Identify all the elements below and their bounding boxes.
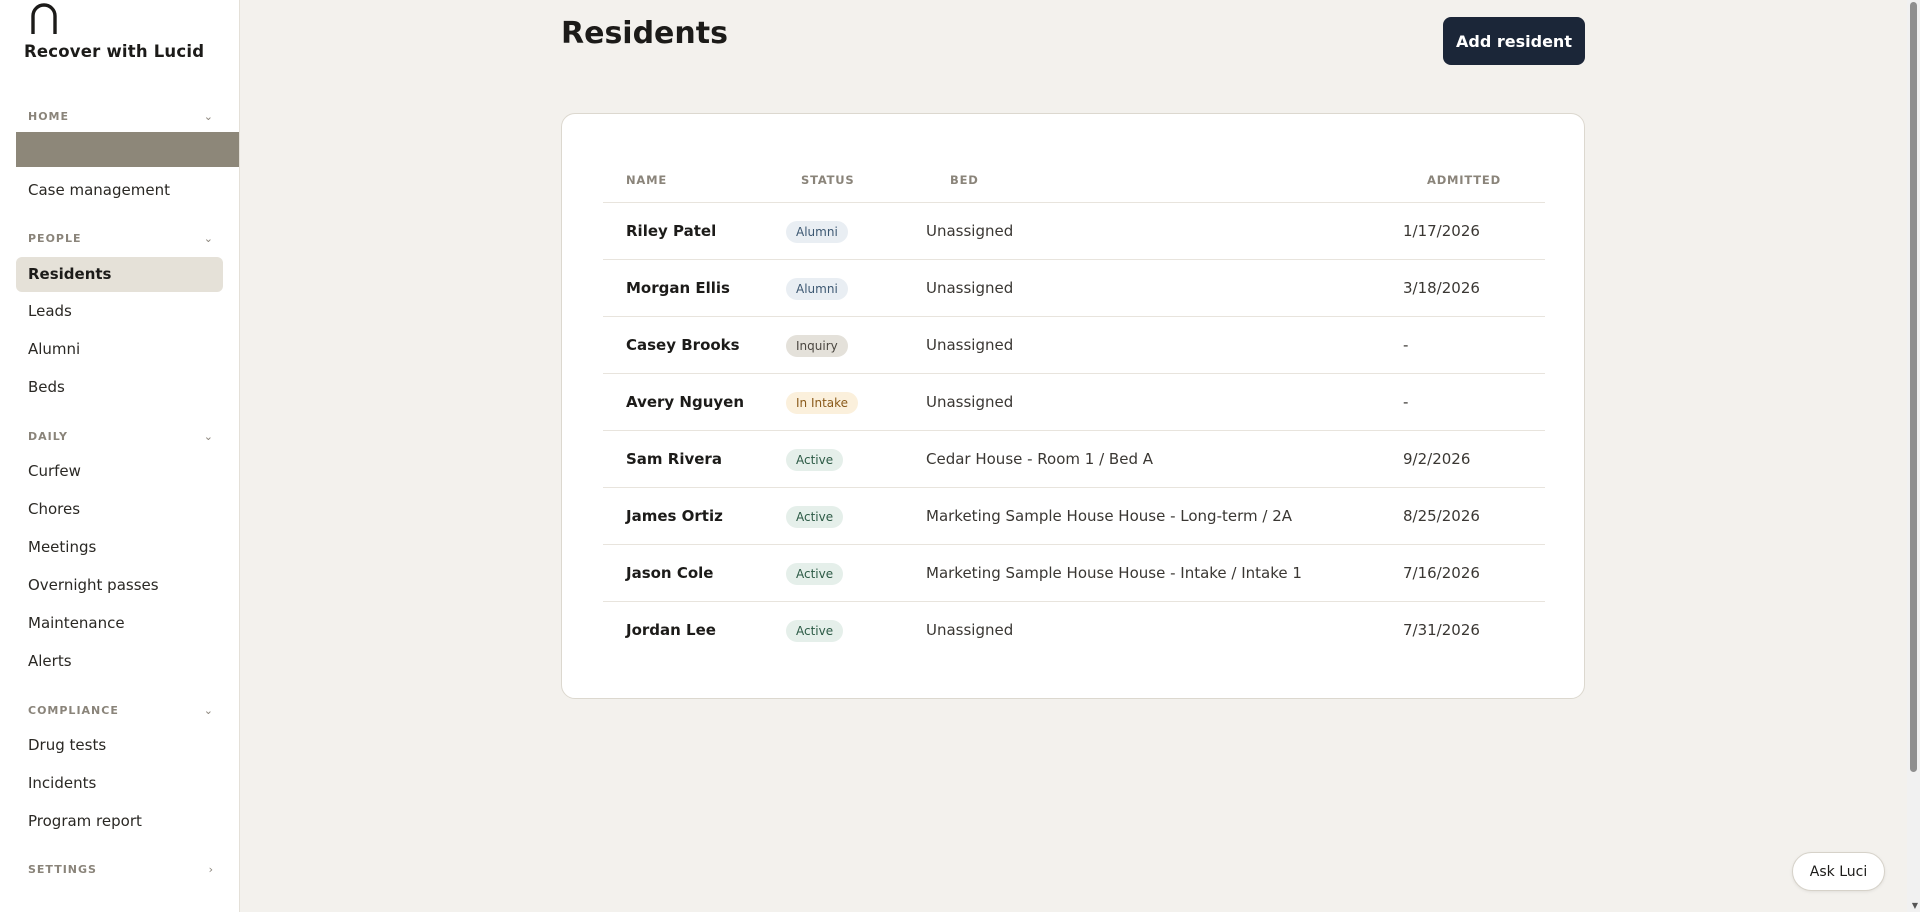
status-cell: Active	[786, 545, 844, 602]
admitted-cell: 1/17/2026	[1403, 222, 1480, 240]
column-header-name[interactable]: NAME	[626, 173, 667, 187]
sidebar-item-incidents[interactable]: Incidents	[16, 766, 223, 801]
chevron-down-icon: ⌄	[203, 704, 214, 717]
brand-name: Recover with Lucid	[24, 42, 205, 61]
admitted-cell: 8/25/2026	[1403, 507, 1480, 525]
status-cell: Active	[786, 602, 844, 659]
status-badge: Inquiry	[786, 334, 848, 357]
resident-name[interactable]: Morgan Ellis	[626, 260, 730, 317]
section-settings[interactable]: SETTINGS ›	[28, 863, 214, 879]
section-compliance-label: COMPLIANCE	[28, 704, 119, 717]
scrollbar-thumb[interactable]	[1910, 2, 1917, 772]
bed-cell: Unassigned	[926, 222, 1014, 240]
bed-cell: Cedar House - Room 1 / Bed A	[926, 450, 1153, 468]
table-row[interactable]: Avery Nguyen In Intake Unassigned -	[603, 373, 1545, 430]
sidebar-item-residents[interactable]: Residents	[16, 257, 223, 292]
section-people[interactable]: PEOPLE ⌄	[28, 232, 214, 248]
chevron-down-icon: ⌄	[203, 110, 214, 123]
sidebar-item-leads[interactable]: Leads	[16, 294, 223, 329]
admitted-cell: 7/31/2026	[1403, 621, 1480, 639]
page-scrollbar[interactable]: ▼	[1907, 0, 1920, 912]
table-row[interactable]: James Ortiz Active Marketing Sample House …	[603, 487, 1545, 544]
lucid-logo-icon	[31, 3, 57, 34]
resident-name[interactable]: James Ortiz	[626, 488, 723, 545]
status-cell: Active	[786, 488, 844, 545]
chevron-down-icon: ⌄	[203, 430, 214, 443]
sidebar-item-beds[interactable]: Beds	[16, 370, 223, 405]
bed-cell: Unassigned	[926, 279, 1014, 297]
section-home-label: HOME	[28, 110, 70, 123]
admitted-cell: 7/16/2026	[1403, 564, 1480, 582]
table-row[interactable]: Casey Brooks Inquiry Unassigned -	[603, 316, 1545, 373]
table-row[interactable]: Sam Rivera Active Cedar House - Room 1 / B…	[603, 430, 1545, 487]
ask-luci-button[interactable]: Ask Luci	[1792, 852, 1885, 891]
section-daily-label: DAILY	[28, 430, 68, 443]
admitted-cell: -	[1403, 336, 1409, 354]
section-settings-label: SETTINGS	[28, 863, 97, 876]
column-header-status[interactable]: STATUS	[801, 173, 855, 187]
resident-name[interactable]: Jordan Lee	[626, 602, 716, 659]
status-cell: Alumni	[786, 260, 848, 317]
section-compliance[interactable]: COMPLIANCE ⌄	[28, 704, 214, 720]
sidebar-item-chores[interactable]: Chores	[16, 492, 223, 527]
status-badge: Active	[786, 505, 844, 528]
add-resident-button[interactable]: Add resident	[1443, 17, 1585, 65]
bed-cell: Marketing Sample House House - Intake / …	[926, 564, 1302, 582]
sidebar-item-case-management[interactable]: Case management	[16, 173, 223, 208]
admitted-cell: 9/2/2026	[1403, 450, 1471, 468]
table-row[interactable]: Jason Cole Active Marketing Sample House H…	[603, 544, 1545, 601]
column-header-admitted[interactable]: ADMITTED	[1427, 173, 1501, 187]
status-badge: In Intake	[786, 391, 859, 414]
admitted-cell: 3/18/2026	[1403, 279, 1480, 297]
page-title: Residents	[561, 16, 728, 51]
section-daily[interactable]: DAILY ⌄	[28, 430, 214, 446]
chevron-right-icon: ›	[208, 863, 214, 876]
resident-name[interactable]: Avery Nguyen	[626, 374, 744, 431]
table-row[interactable]: Morgan Ellis Alumni Unassigned 3/18/2026	[603, 259, 1545, 316]
admitted-cell: -	[1403, 393, 1409, 411]
sidebar-item-program-report[interactable]: Program report	[16, 804, 223, 839]
sidebar-item-alumni[interactable]: Alumni	[16, 332, 223, 367]
section-people-label: PEOPLE	[28, 232, 82, 245]
bed-cell: Marketing Sample House House - Long-term…	[926, 507, 1292, 525]
resident-name[interactable]: Casey Brooks	[626, 317, 740, 374]
bed-cell: Unassigned	[926, 393, 1014, 411]
scroll-down-arrow-icon[interactable]: ▼	[1912, 901, 1918, 910]
status-badge: Alumni	[786, 277, 848, 300]
status-cell: Alumni	[786, 203, 848, 260]
status-cell: Active	[786, 431, 844, 488]
sidebar-item-overnight-passes[interactable]: Overnight passes	[16, 568, 223, 603]
sidebar-item-drug-tests[interactable]: Drug tests	[16, 728, 223, 763]
section-home[interactable]: HOME ⌄	[28, 110, 214, 126]
residents-table-card: NAME STATUS BED ADMITTED Riley Patel Alum…	[561, 113, 1585, 699]
sidebar-item-curfew[interactable]: Curfew	[16, 454, 223, 489]
status-cell: Inquiry	[786, 317, 848, 374]
sidebar-item-meetings[interactable]: Meetings	[16, 530, 223, 565]
status-badge: Active	[786, 448, 844, 471]
sidebar-item-hidden[interactable]	[16, 132, 239, 167]
sidebar-item-maintenance[interactable]: Maintenance	[16, 606, 223, 641]
sidebar: Recover with Lucid HOME ⌄ Case managemen…	[0, 0, 240, 912]
table-row[interactable]: Riley Patel Alumni Unassigned 1/17/2026	[603, 202, 1545, 259]
chevron-down-icon: ⌄	[203, 232, 214, 245]
sidebar-item-alerts[interactable]: Alerts	[16, 644, 223, 679]
resident-name[interactable]: Jason Cole	[626, 545, 713, 602]
status-cell: In Intake	[786, 374, 859, 431]
status-badge: Alumni	[786, 220, 848, 243]
resident-name[interactable]: Riley Patel	[626, 203, 716, 260]
bed-cell: Unassigned	[926, 621, 1014, 639]
column-header-bed[interactable]: BED	[950, 173, 979, 187]
status-badge: Active	[786, 619, 844, 642]
bed-cell: Unassigned	[926, 336, 1014, 354]
resident-name[interactable]: Sam Rivera	[626, 431, 722, 488]
table-row[interactable]: Jordan Lee Active Unassigned 7/31/2026	[603, 601, 1545, 658]
status-badge: Active	[786, 562, 844, 585]
